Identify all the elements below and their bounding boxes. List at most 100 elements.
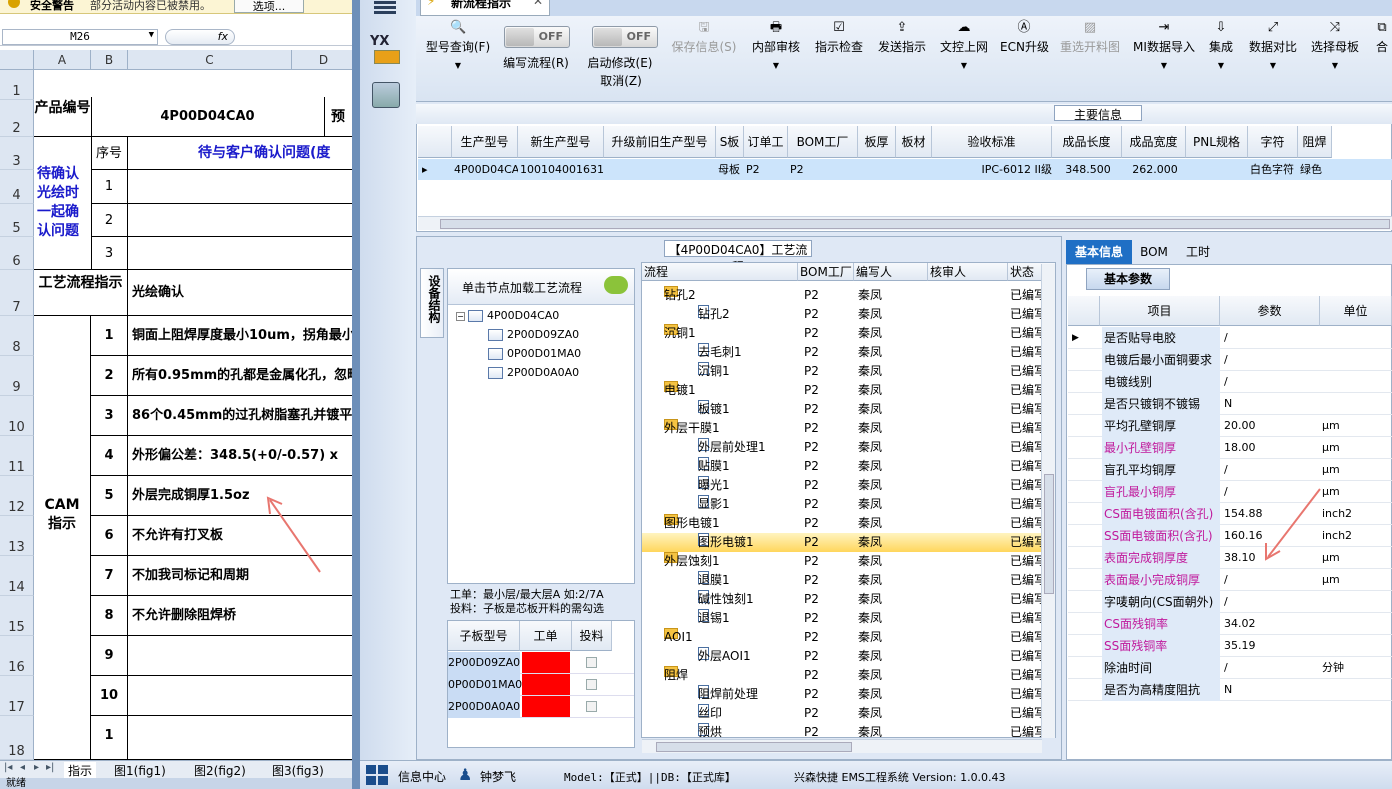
work-order-cell[interactable]: [522, 652, 570, 673]
cam-item-text[interactable]: 不允许删除阻焊桥: [128, 596, 356, 636]
process-row[interactable]: 碱性蚀刻1 P2 秦凤 已编写: [642, 590, 1042, 609]
grid-corner[interactable]: [418, 126, 452, 158]
tab-basic-info[interactable]: 基本信息: [1066, 240, 1132, 264]
seq-cell[interactable]: 1: [91, 716, 128, 760]
column-header[interactable]: 子板型号: [448, 621, 520, 651]
param-row[interactable]: ▶ 是否贴导电胶 /: [1068, 327, 1392, 349]
cam-item-no[interactable]: 7: [91, 556, 128, 596]
param-row[interactable]: 表面最小完成铜厚 / μm: [1068, 569, 1392, 591]
doc-control-online-button[interactable]: ☁ 文控上网 ▼: [938, 16, 990, 70]
process-row[interactable]: 曝光1 P2 秦凤 已编写: [642, 476, 1042, 495]
mi-import-button[interactable]: ⇥ MI数据导入 ▼: [1132, 16, 1196, 70]
process-row[interactable]: 丝印 P2 秦凤 已编写: [642, 704, 1042, 723]
column-header[interactable]: 验收标准: [932, 126, 1052, 158]
cam-item-text[interactable]: 所有0.95mm的孔都是金属化孔，忽略: [128, 356, 356, 396]
table-cell[interactable]: 348.500: [1054, 159, 1122, 180]
param-row[interactable]: 字唛朝向(CS面朝外) /: [1068, 591, 1392, 613]
write-flow-toggle[interactable]: OFF: [504, 26, 570, 48]
cam-item-text[interactable]: [128, 636, 356, 676]
customer-issue-header[interactable]: 待与客户确认问题(度: [128, 137, 356, 170]
column-header[interactable]: 新生产型号: [518, 126, 604, 158]
row-header[interactable]: 6: [0, 237, 34, 270]
column-header[interactable]: BOM工厂: [788, 126, 858, 158]
cam-item-no[interactable]: 1: [91, 316, 128, 356]
sheet-tab[interactable]: 指示: [64, 762, 97, 779]
cam-item-text[interactable]: [128, 676, 356, 716]
row-header[interactable]: 18: [0, 716, 34, 760]
send-instruction-button[interactable]: ⇪ 发送指示: [876, 16, 928, 55]
param-row[interactable]: SS面电镀面积(含孔) 160.16 inch2: [1068, 525, 1392, 547]
process-row[interactable]: 图形电镀1 P2 秦凤 已编写: [642, 533, 1042, 552]
column-header[interactable]: 阻焊: [1298, 126, 1332, 158]
column-header[interactable]: 单位: [1320, 296, 1392, 326]
table-cell[interactable]: 4P00D04CA0: [454, 159, 518, 180]
sheet-tab[interactable]: 图1(fig1): [114, 762, 166, 779]
instruction-check-button[interactable]: ☑ 指示检查: [812, 16, 866, 55]
table-cell[interactable]: [606, 159, 716, 180]
basic-params-section[interactable]: 基本参数: [1086, 268, 1170, 290]
menu-icon[interactable]: [374, 0, 396, 14]
row-header[interactable]: 5: [0, 204, 34, 237]
cam-item-no[interactable]: 4: [91, 436, 128, 476]
column-header[interactable]: 项目: [1100, 296, 1220, 326]
process-row[interactable]: 预烘 P2 秦凤 已编写: [642, 723, 1042, 737]
param-row[interactable]: 除油时间 / 分钟: [1068, 657, 1392, 679]
row-header[interactable]: 15: [0, 596, 34, 636]
row-header[interactable]: 2: [0, 100, 34, 137]
param-row[interactable]: 表面完成铜厚度 38.10 μm: [1068, 547, 1392, 569]
process-row[interactable]: 沉铜1 P2 秦凤 已编写: [642, 362, 1042, 381]
tab-work-hours[interactable]: 工时: [1174, 240, 1222, 264]
row-header[interactable]: 17: [0, 676, 34, 716]
internal-review-button[interactable]: 🖶 内部审核 ▼: [750, 16, 802, 70]
column-header[interactable]: 订单工厂: [744, 126, 788, 181]
process-row[interactable]: 外层前处理1 P2 秦凤 已编写: [642, 438, 1042, 457]
process-row[interactable]: −外层蚀刻1P2秦凤已编写: [642, 552, 1042, 571]
flow-label[interactable]: 工艺流程指示: [34, 270, 128, 316]
cam-item-no[interactable]: 10: [91, 676, 128, 716]
column-header[interactable]: D: [292, 50, 356, 70]
process-row[interactable]: −钻孔2P2秦凤已编写: [642, 286, 1042, 305]
sheet-tab[interactable]: 图3(fig3): [272, 762, 324, 779]
issue-cell[interactable]: [128, 170, 356, 204]
process-row[interactable]: 钻孔2 P2 秦凤 已编写: [642, 305, 1042, 324]
merge-button[interactable]: ⧉ 合: [1372, 16, 1392, 55]
equipment-structure-tab[interactable]: 设备结构: [420, 268, 444, 338]
column-header[interactable]: 板材: [896, 126, 932, 158]
tab-bom[interactable]: BOM: [1136, 240, 1172, 264]
process-row[interactable]: 显影1 P2 秦凤 已编写: [642, 495, 1042, 514]
cancel-button[interactable]: 取消(Z): [596, 72, 646, 89]
column-header[interactable]: 工单: [520, 621, 572, 651]
product-no-value[interactable]: 4P00D04CA0: [91, 97, 325, 137]
table-cell[interactable]: IPC-6012 II级: [934, 159, 1052, 180]
row-header[interactable]: 12: [0, 476, 34, 516]
calculator-icon[interactable]: [372, 82, 400, 108]
column-header[interactable]: 成品宽度: [1122, 126, 1186, 158]
row-header[interactable]: 7: [0, 270, 34, 316]
work-order-cell[interactable]: [522, 696, 570, 717]
table-row[interactable]: 2P00D0A0A0: [448, 696, 634, 718]
prev-sheet-icon[interactable]: ◂: [20, 762, 25, 773]
chevron-down-icon[interactable]: ▼: [149, 30, 154, 40]
param-row[interactable]: 电镀线别 /: [1068, 371, 1392, 393]
column-header[interactable]: 成品长度: [1052, 126, 1122, 158]
cam-item-no[interactable]: 2: [91, 356, 128, 396]
integrate-button[interactable]: ⇩ 集成 ▼: [1206, 16, 1236, 70]
options-button[interactable]: 选项...: [234, 0, 304, 13]
process-row[interactable]: 外层AOI1 P2 秦凤 已编写: [642, 647, 1042, 666]
row-header[interactable]: 8: [0, 316, 34, 356]
last-sheet-icon[interactable]: ▸|: [46, 762, 54, 773]
flow-value[interactable]: 光绘确认: [128, 270, 356, 316]
table-row[interactable]: 2P00D09ZA0: [448, 652, 634, 674]
table-cell[interactable]: 白色字符: [1250, 159, 1298, 180]
process-row[interactable]: 阻焊前处理 P2 秦凤 已编写: [642, 685, 1042, 704]
cam-item-no[interactable]: 6: [91, 516, 128, 556]
work-order-cell[interactable]: [522, 674, 570, 695]
cam-item-text[interactable]: 外形偏公差：348.5(+0/-0.57) x: [128, 436, 356, 476]
feed-checkbox[interactable]: [586, 679, 597, 690]
table-cell[interactable]: 262.000: [1124, 159, 1186, 180]
row-header[interactable]: 1: [0, 70, 34, 100]
grid-corner[interactable]: [1068, 296, 1100, 326]
column-header[interactable]: B: [91, 50, 128, 70]
param-row[interactable]: 盲孔平均铜厚 / μm: [1068, 459, 1392, 481]
feed-checkbox[interactable]: [586, 701, 597, 712]
